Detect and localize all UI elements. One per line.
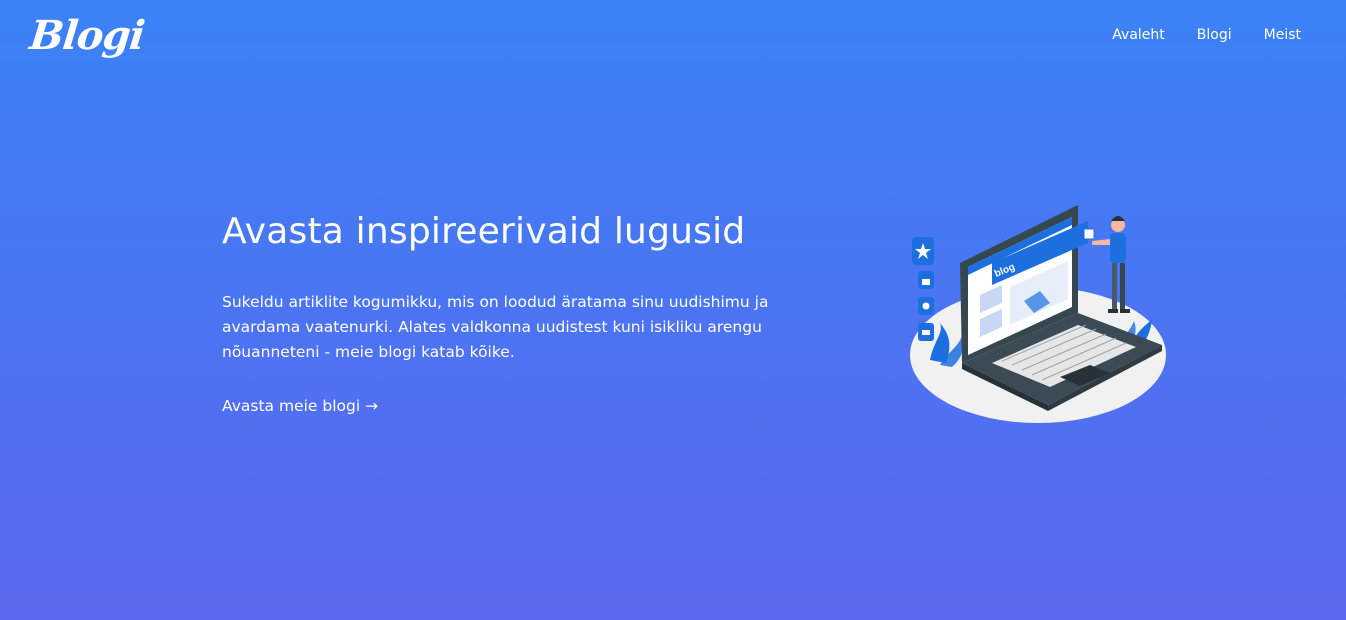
site-header: Blogi Avaleht Blogi Meist xyxy=(0,0,1346,80)
nav-link-avaleht[interactable]: Avaleht xyxy=(1112,26,1165,44)
hero-title: Avasta inspireerivaid lugusid xyxy=(222,211,746,252)
nav-link-blogi[interactable]: Blogi xyxy=(1197,26,1232,44)
hero-section: Avasta inspireerivaid lugusid Sukeldu ar… xyxy=(222,208,822,417)
hero-description: Sukeldu artiklite kogumikku, mis on lood… xyxy=(222,293,769,361)
hero-illustration: blog xyxy=(900,195,1175,435)
site-logo[interactable]: Blogi xyxy=(27,8,147,64)
discover-blog-link[interactable]: Avasta meie blogi → xyxy=(222,395,378,417)
main-nav: Avaleht Blogi Meist xyxy=(1112,26,1301,44)
nav-link-meist[interactable]: Meist xyxy=(1264,26,1301,44)
laptop-blog-illustration: blog xyxy=(910,205,1166,423)
